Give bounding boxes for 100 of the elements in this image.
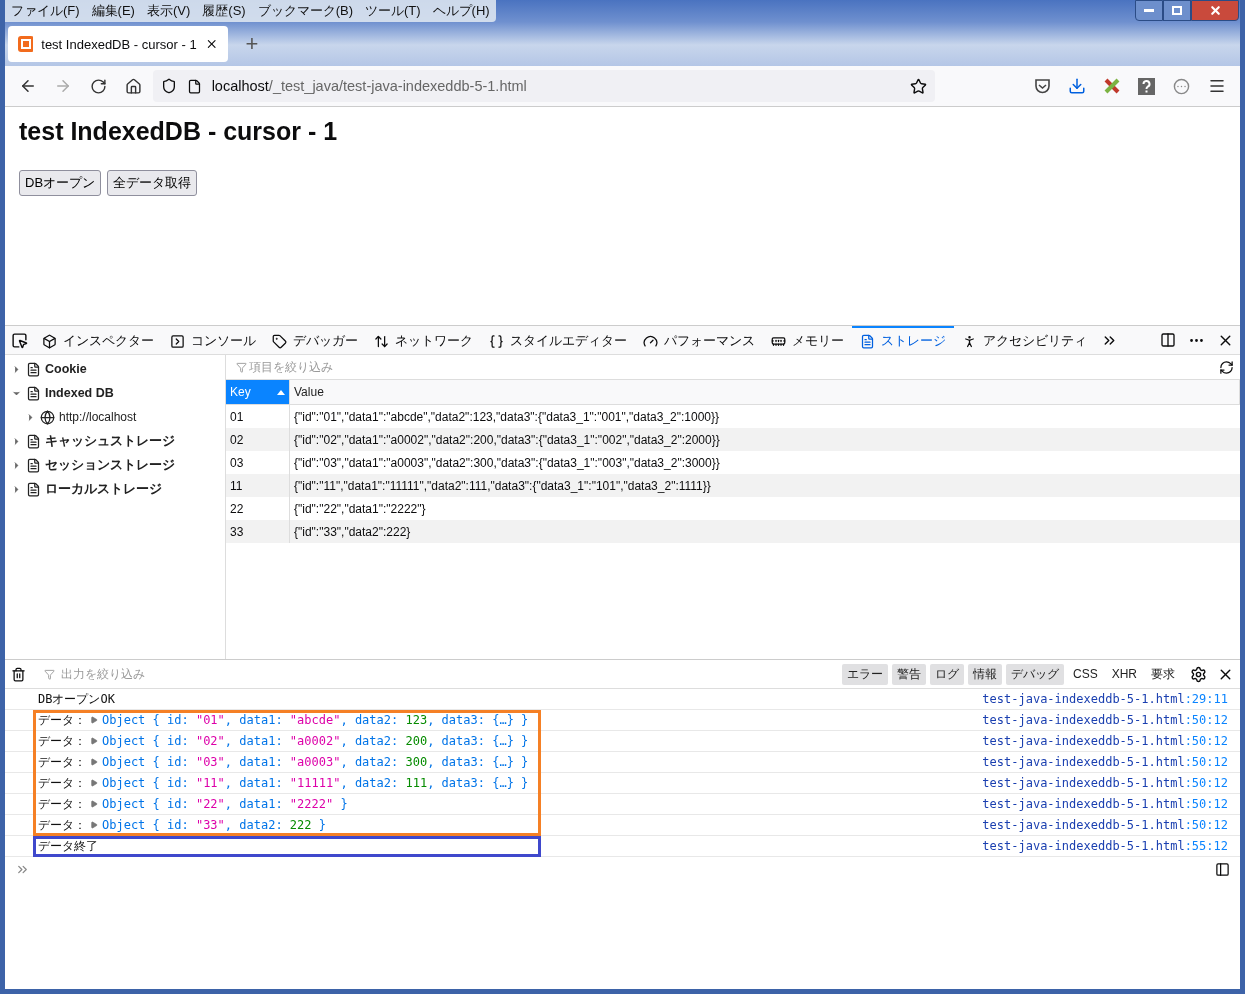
object-preview[interactable]: Object { id: "02", data1: "a0002", data2: 200, data3: {…} } [102, 734, 529, 748]
tab-icon [272, 333, 287, 349]
clear-icon[interactable] [11, 666, 26, 682]
settings-icon[interactable] [1190, 665, 1207, 683]
expand-icon[interactable] [90, 758, 98, 766]
storage-icon [26, 361, 41, 377]
expand-icon[interactable] [90, 821, 98, 829]
menu-item[interactable]: ヘルプ(H) [426, 2, 496, 20]
console-label: データ： [38, 711, 86, 729]
reload-icon [89, 77, 107, 95]
tab-icon [489, 333, 504, 349]
object-preview[interactable]: Object { id: "11", data1: "11111", data2: 111, data3: {…} } [102, 776, 529, 790]
filter-icon [44, 668, 55, 680]
filter-toggle[interactable]: 警告 [891, 663, 926, 685]
filter-toggle[interactable]: 要求 [1146, 663, 1180, 685]
close-button[interactable] [1191, 0, 1239, 21]
filter-toggle[interactable]: デバッグ [1005, 663, 1064, 685]
tab-icon [42, 333, 57, 349]
browser-tab[interactable]: test IndexedDB - cursor - 1 [8, 26, 228, 62]
page-button[interactable]: 全データ取得 [107, 170, 198, 196]
filter-field[interactable]: 出力を絞り込み [59, 666, 838, 682]
storage-icon [26, 433, 41, 449]
menu-item[interactable]: ツール(T) [359, 2, 427, 20]
filter-toggle[interactable]: XHR [1106, 665, 1142, 683]
object-preview[interactable]: Object { id: "01", data1: "abcde", data2: 123, data3: {…} } [102, 713, 529, 727]
tree-item[interactable]: Indexed DB [45, 386, 114, 400]
close-icon [1208, 4, 1222, 17]
minimize-icon [1144, 8, 1154, 13]
filter-icon [236, 361, 247, 373]
devtools-tab[interactable]: デバッガー [264, 326, 366, 354]
source-link[interactable]: test-java-indexeddb-5-1.html:50:12 [982, 713, 1228, 727]
maximize-icon [1172, 6, 1182, 15]
source-link[interactable]: test-java-indexeddb-5-1.html:50:12 [982, 734, 1228, 748]
menu-item[interactable]: ファイル(F) [5, 2, 86, 20]
table-cell: 33 [226, 520, 290, 543]
devtools-tab[interactable]: スタイルエディター [481, 326, 635, 354]
page-heading: test IndexedDB - cursor - 1 [19, 117, 339, 146]
shield-icon [160, 78, 177, 94]
tree-item[interactable]: セッションストレージ [45, 456, 175, 474]
filter-toggle[interactable]: CSS [1067, 665, 1103, 683]
source-link[interactable]: test-java-indexeddb-5-1.html:29:11 [982, 692, 1228, 706]
filter-toggle[interactable]: エラー [841, 663, 888, 685]
home-icon [124, 77, 142, 95]
devtools-tab[interactable]: アクセシビリティ [954, 326, 1095, 354]
column-header[interactable]: Value [290, 380, 1240, 405]
site-icon [18, 36, 34, 52]
console-label: データ： [38, 753, 86, 771]
page-button[interactable]: DBオープン [19, 170, 102, 196]
devtools-tab[interactable]: パフォーマンス [635, 326, 763, 354]
source-link[interactable]: test-java-indexeddb-5-1.html:50:12 [982, 818, 1228, 832]
filter-toggle[interactable]: ログ [929, 663, 964, 685]
tab-icon [860, 333, 875, 349]
minimize-button[interactable] [1135, 0, 1163, 21]
maximize-button[interactable] [1163, 0, 1191, 21]
bookmark-star-icon[interactable] [909, 77, 927, 95]
expand-icon[interactable] [90, 779, 98, 787]
object-preview[interactable]: Object { id: "22", data1: "2222" } [102, 797, 348, 811]
tab-icon [374, 333, 389, 349]
sidebar-toggle-icon[interactable] [1215, 861, 1230, 877]
menu-item[interactable]: 履歴(S) [196, 2, 252, 20]
devtools-tab[interactable]: インスペクター [34, 326, 162, 354]
console-label: データ： [38, 732, 86, 750]
source-link[interactable]: test-java-indexeddb-5-1.html:50:12 [982, 797, 1228, 811]
filter-field[interactable]: 項目を絞り込み [247, 359, 1219, 375]
table-cell: {"id":"33","data2":222} [290, 520, 1240, 543]
menu-item[interactable]: ブックマーク(B) [251, 2, 359, 20]
tree-item[interactable]: http://localhost [59, 410, 137, 424]
filter-toggle[interactable]: 情報 [967, 663, 1002, 685]
source-link[interactable]: test-java-indexeddb-5-1.html:50:12 [982, 755, 1228, 769]
devtools-tab[interactable]: メモリー [763, 326, 852, 354]
source-link[interactable]: test-java-indexeddb-5-1.html:55:12 [982, 839, 1228, 853]
refresh-icon[interactable] [1219, 359, 1234, 375]
storage-icon [26, 457, 41, 473]
table-cell: {"id":"11","data1":"11111","data2":111,"data3":{"data3_1":"101","data3_2":1111}} [290, 474, 1240, 497]
column-header[interactable]: Key [226, 380, 290, 405]
url-field[interactable]: localhost/_test_java/test-java-indexeddb-5-1.html [152, 70, 935, 102]
expand-icon[interactable] [90, 800, 98, 808]
source-link[interactable]: test-java-indexeddb-5-1.html:50:12 [982, 776, 1228, 790]
tab-icon [962, 333, 977, 349]
tab-title: test IndexedDB - cursor - 1 [41, 36, 197, 52]
page-icon [186, 78, 202, 94]
tree-item[interactable]: キャッシュストレージ [45, 432, 175, 450]
console-message: データ終了 [38, 837, 98, 855]
tree-item[interactable]: ローカルストレージ [45, 480, 162, 498]
console-message: DBオープンOK [38, 690, 115, 708]
devtools-tab[interactable]: コンソール [162, 326, 264, 354]
table-cell: {"id":"02","data1":"a0002","data2":200,"data3":{"data3_1":"002","data3_2":2000}} [290, 428, 1240, 451]
devtools-tab[interactable]: ストレージ [852, 326, 954, 354]
tab-icon [170, 333, 185, 349]
devtools-tab[interactable]: ネットワーク [366, 326, 481, 354]
object-preview[interactable]: Object { id: "33", data2: 222 } [102, 818, 326, 832]
expand-icon[interactable] [90, 716, 98, 724]
menu-item[interactable]: 編集(E) [85, 2, 141, 20]
object-preview[interactable]: Object { id: "03", data1: "a0003", data2: 300, data3: {…} } [102, 755, 529, 769]
expand-icon[interactable] [90, 737, 98, 745]
new-tab-button[interactable]: + [236, 28, 268, 60]
tree-item[interactable]: Cookie [45, 362, 87, 376]
table-cell: 11 [226, 474, 290, 497]
console-label: データ： [38, 774, 86, 792]
menu-item[interactable]: 表示(V) [140, 2, 197, 20]
